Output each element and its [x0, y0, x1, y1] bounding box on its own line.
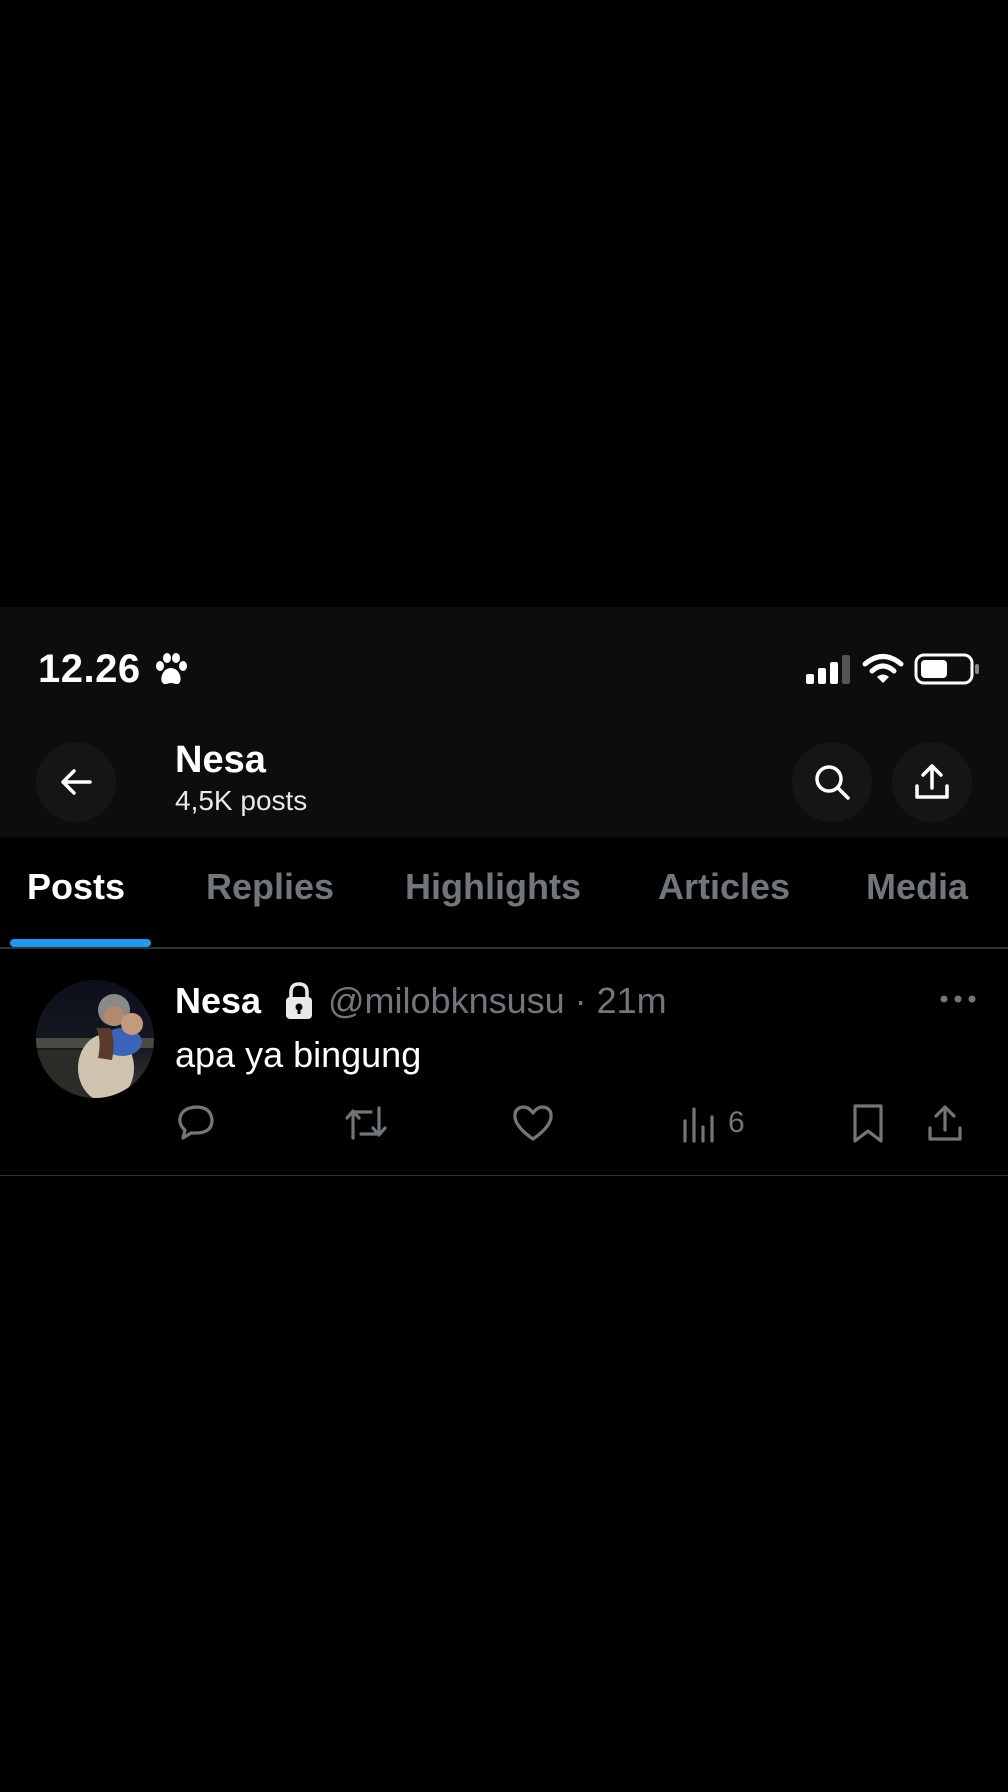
- tab-articles[interactable]: Articles: [658, 869, 790, 905]
- bookmark-button[interactable]: [850, 1101, 886, 1145]
- views-count: 6: [728, 1106, 745, 1139]
- lock-icon: [286, 982, 312, 1019]
- profile-header: 12.26 Nesa 4,5K posts: [0, 607, 1008, 837]
- profile-screen: 12.26 Nesa 4,5K posts Posts Replies High…: [0, 607, 1008, 1792]
- avatar[interactable]: [36, 980, 154, 1098]
- repost-button[interactable]: [343, 1101, 389, 1145]
- like-icon: [513, 1105, 553, 1141]
- share-post-button[interactable]: [925, 1101, 965, 1145]
- posts-count: 4,5K posts: [175, 785, 308, 816]
- avatar-image: [36, 980, 154, 1098]
- tab-posts[interactable]: Posts: [27, 869, 125, 905]
- status-indicators: [806, 649, 980, 689]
- more-button[interactable]: [938, 979, 978, 1019]
- reply-icon: [178, 1105, 214, 1140]
- views-icon: [683, 1107, 714, 1143]
- profile-tabs: Posts Replies Highlights Articles Media: [0, 837, 1008, 949]
- share-profile-button[interactable]: [892, 742, 972, 822]
- tab-highlights[interactable]: Highlights: [405, 869, 581, 905]
- status-time: 12.26: [38, 647, 141, 691]
- post-item[interactable]: Nesa @milobknsusu · 21m apa ya bingung 6: [0, 949, 1008, 1176]
- profile-name: Nesa: [175, 739, 266, 781]
- search-icon: [815, 765, 850, 800]
- like-button[interactable]: [511, 1101, 555, 1145]
- tab-replies[interactable]: Replies: [206, 869, 334, 905]
- paw-icon: [156, 653, 187, 685]
- more-icon: [940, 995, 976, 1003]
- share-icon: [928, 1105, 962, 1141]
- repost-icon: [345, 1106, 387, 1140]
- post-text: apa ya bingung: [175, 1034, 422, 1075]
- views-button[interactable]: 6: [682, 1101, 745, 1145]
- reply-button[interactable]: [175, 1101, 217, 1145]
- post-handle-time[interactable]: @milobknsusu · 21m: [328, 979, 667, 1022]
- wifi-icon: [862, 654, 904, 683]
- search-button[interactable]: [792, 742, 872, 822]
- back-arrow-icon: [61, 769, 92, 795]
- battery-icon: [914, 653, 979, 685]
- bookmark-icon: [853, 1104, 883, 1143]
- tab-media[interactable]: Media: [866, 869, 968, 905]
- cellular-signal-icon: [806, 655, 850, 684]
- share-icon: [915, 764, 949, 799]
- post-author[interactable]: Nesa: [175, 979, 261, 1022]
- back-button[interactable]: [36, 742, 116, 822]
- active-tab-indicator: [10, 939, 151, 947]
